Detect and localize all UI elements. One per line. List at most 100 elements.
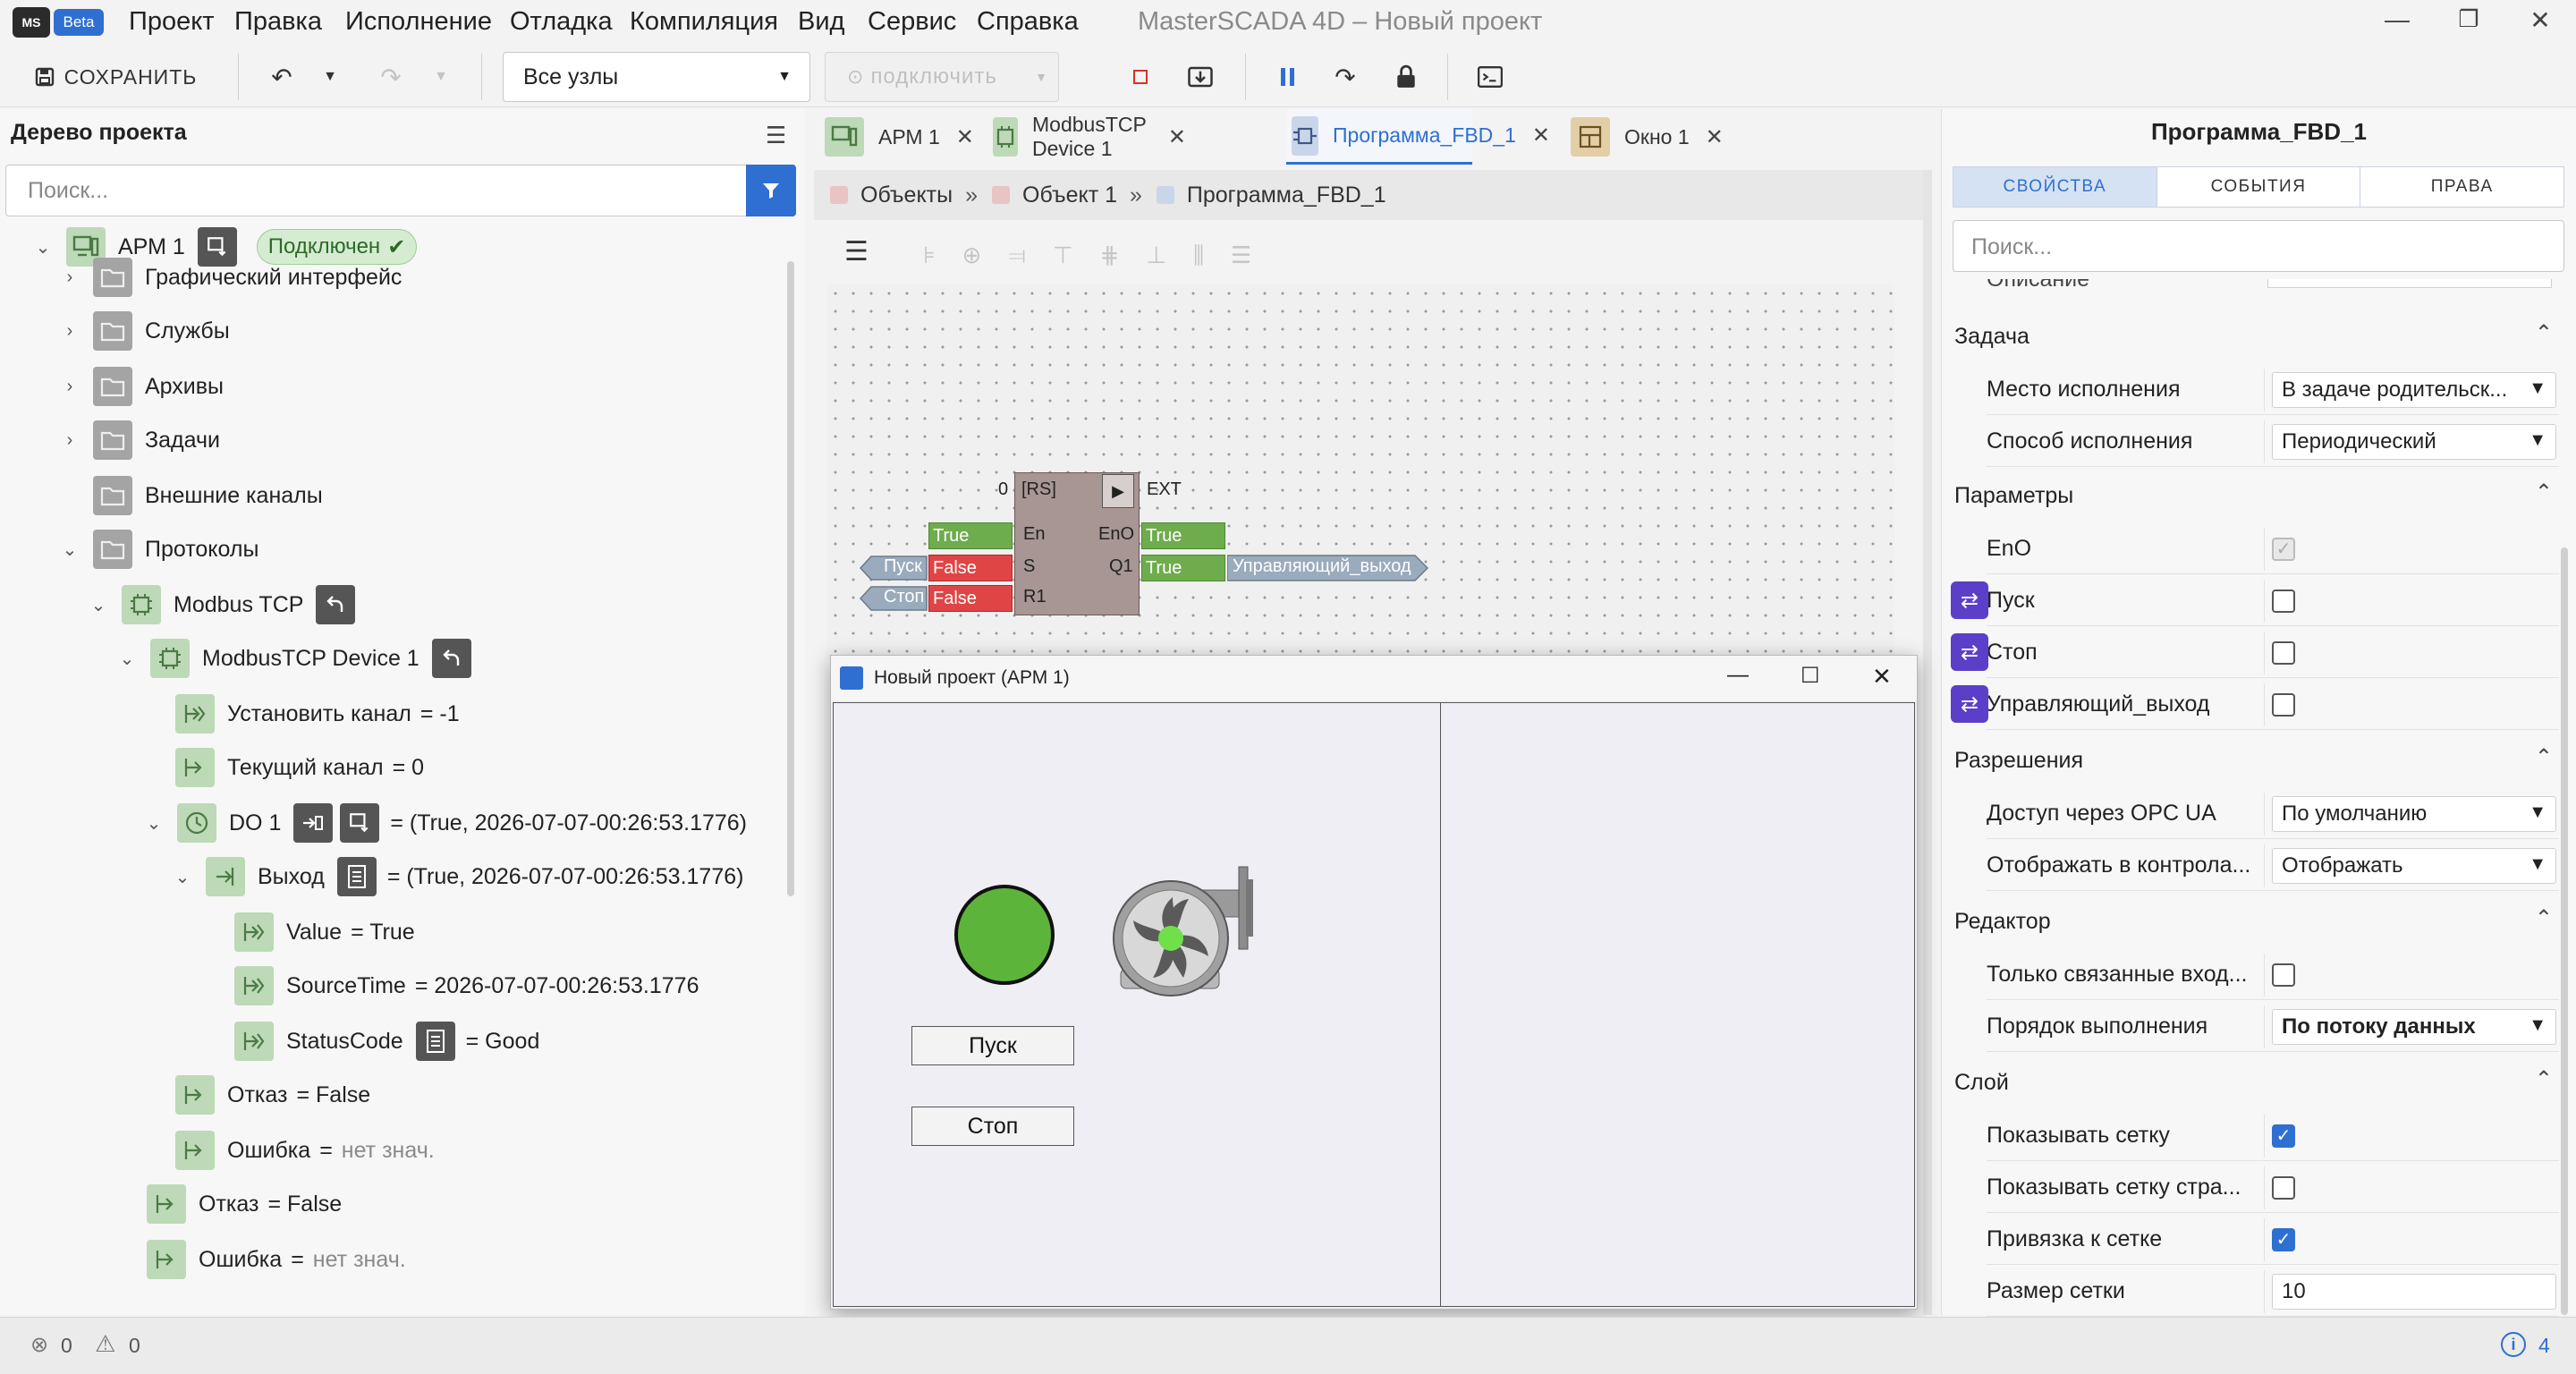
- chevron-up-icon[interactable]: ⌃: [2535, 479, 2553, 505]
- menu-edit[interactable]: Правка: [234, 7, 322, 37]
- warning-icon[interactable]: ⚠: [95, 1330, 115, 1358]
- show-grid-page-checkbox[interactable]: [2272, 1175, 2295, 1200]
- only-linked-checkbox[interactable]: [2272, 963, 2295, 987]
- chevron-down-icon[interactable]: ⌄: [32, 236, 54, 259]
- align-bottom-icon[interactable]: ⊥: [1146, 242, 1166, 268]
- tree-item-archives[interactable]: › Архивы: [59, 361, 224, 411]
- tree-item-set-channel[interactable]: Установить канал = -1: [175, 689, 460, 739]
- step-over-icon[interactable]: ↷: [1329, 55, 1361, 98]
- close-icon[interactable]: ✕: [1872, 663, 1892, 691]
- link-arrows-icon[interactable]: ⇄: [1951, 633, 1988, 671]
- tree-item-ext-channels[interactable]: Внешние каналы: [93, 471, 323, 521]
- align-middle-icon[interactable]: ⋕: [1100, 242, 1120, 268]
- tree-item-protocols[interactable]: ⌄ Протоколы: [59, 524, 258, 574]
- close-tab-icon[interactable]: ✕: [1706, 124, 1724, 150]
- tree-search-input[interactable]: Поиск...: [5, 165, 796, 216]
- properties-search-input[interactable]: Поиск...: [1953, 220, 2564, 272]
- distribute-h-icon[interactable]: ⫼: [1193, 242, 1204, 268]
- menu-project[interactable]: Проект: [129, 7, 215, 37]
- chevron-up-icon[interactable]: ⌃: [2535, 905, 2553, 931]
- minimize-icon[interactable]: —: [2379, 5, 2415, 34]
- chevron-right-icon[interactable]: ›: [59, 321, 80, 342]
- chevron-right-icon[interactable]: ›: [59, 377, 80, 397]
- tree-item-output[interactable]: ⌄ Выход = (True, 2026-07-07-00:26:53.177…: [172, 852, 743, 902]
- tree-item-status-code[interactable]: StatusCode = Good: [234, 1016, 539, 1066]
- menu-view[interactable]: Вид: [798, 7, 844, 37]
- section-params[interactable]: Параметры: [1954, 483, 2073, 509]
- tree-item-modbus-tcp[interactable]: ⌄ Modbus TCP: [88, 580, 368, 630]
- stop-checkbox[interactable]: [2272, 640, 2295, 665]
- redo-dropdown-icon[interactable]: ▼: [429, 55, 453, 98]
- tree-item-services[interactable]: › Службы: [59, 306, 230, 356]
- runtime-titlebar[interactable]: Новый проект (АРМ 1) — ☐ ✕: [831, 656, 1917, 700]
- close-tab-icon[interactable]: ✕: [1532, 123, 1550, 148]
- tree-item-source-time[interactable]: SourceTime = 2026-07-07-00:26:53.1776: [234, 961, 699, 1011]
- chevron-down-icon[interactable]: ⌄: [116, 648, 138, 670]
- properties-scrollbar[interactable]: [2561, 547, 2568, 1315]
- breadcrumb-objects[interactable]: Объекты: [860, 182, 953, 208]
- menu-service[interactable]: Сервис: [868, 7, 956, 37]
- breadcrumb-object[interactable]: Объект 1: [1022, 182, 1117, 208]
- distribute-v-icon[interactable]: ☰: [1231, 242, 1251, 268]
- tree-item-fail-outer[interactable]: Отказ = False: [147, 1179, 342, 1229]
- play-icon[interactable]: ▶: [1102, 474, 1134, 508]
- menu-help[interactable]: Справка: [977, 7, 1079, 37]
- redo-icon[interactable]: ↷: [376, 55, 406, 98]
- tree-item-error-outer[interactable]: Ошибка = нет знач.: [147, 1234, 406, 1285]
- show-in-ctrl-select[interactable]: Отображать ▼: [2272, 847, 2556, 884]
- tab-window[interactable]: Окно 1 ✕: [1571, 109, 1732, 165]
- maximize-icon[interactable]: ☐: [1801, 663, 1820, 689]
- exec-mode-select[interactable]: Периодический ▼: [2272, 423, 2556, 460]
- close-window-icon[interactable]: ✕: [2522, 5, 2558, 35]
- hamburger-menu-icon[interactable]: ☰: [844, 236, 869, 267]
- close-tab-icon[interactable]: ✕: [956, 124, 974, 150]
- align-center-icon[interactable]: ⊕: [962, 242, 982, 268]
- info-icon[interactable]: i: [2501, 1332, 2526, 1357]
- pause-icon[interactable]: [1274, 55, 1301, 98]
- chevron-down-icon[interactable]: ⌄: [88, 594, 109, 616]
- section-perms[interactable]: Разрешения: [1954, 748, 2083, 774]
- tree-item-tasks[interactable]: › Задачи: [59, 415, 220, 465]
- tree-item-error-inner[interactable]: Ошибка = нет знач.: [175, 1125, 435, 1175]
- tab-arm[interactable]: АРМ 1 ✕: [825, 109, 989, 165]
- chevron-right-icon[interactable]: ›: [59, 267, 80, 288]
- grid-size-input[interactable]: 10: [2272, 1273, 2556, 1310]
- tab-fbd[interactable]: Программа_FBD_1 ✕: [1286, 109, 1550, 165]
- chevron-up-icon[interactable]: ⌃: [2535, 320, 2553, 346]
- tree-item-value[interactable]: Value = True: [234, 907, 415, 957]
- tag-start[interactable]: Пуск: [884, 556, 922, 577]
- show-grid-checkbox[interactable]: ✓: [2272, 1124, 2295, 1148]
- tag-stop[interactable]: Стоп: [884, 587, 924, 607]
- exec-order-select[interactable]: По потоку данных ▼: [2272, 1008, 2556, 1045]
- filter-icon[interactable]: [746, 165, 796, 216]
- undo-icon[interactable]: ↶: [267, 55, 297, 98]
- align-top-icon[interactable]: ⊤: [1053, 242, 1073, 268]
- stop-button[interactable]: Стоп: [911, 1107, 1074, 1146]
- menu-debug[interactable]: Отладка: [510, 7, 613, 37]
- undo-dropdown-icon[interactable]: ▼: [318, 55, 342, 98]
- tab-events[interactable]: СОБЫТИЯ: [2157, 167, 2361, 207]
- section-layer[interactable]: Слой: [1954, 1070, 2009, 1096]
- lock-icon[interactable]: [1390, 55, 1422, 98]
- runtime-window[interactable]: Новый проект (АРМ 1) — ☐ ✕ Пуск Стоп: [830, 655, 1918, 1310]
- connect-button[interactable]: ⊙ подключить ▼: [825, 52, 1059, 102]
- console-icon[interactable]: [1474, 55, 1506, 98]
- exec-place-select[interactable]: В задаче родительск... ▼: [2272, 371, 2556, 408]
- start-button[interactable]: Пуск: [911, 1026, 1074, 1065]
- chevron-up-icon[interactable]: ⌃: [2535, 744, 2553, 770]
- opc-access-select[interactable]: По умолчанию ▼: [2272, 795, 2556, 832]
- menu-run[interactable]: Исполнение: [345, 7, 492, 37]
- section-editor[interactable]: Редактор: [1954, 909, 2051, 935]
- ctrl-out-checkbox[interactable]: [2272, 692, 2295, 717]
- tab-device[interactable]: ModbusTCP Device 1 ✕: [993, 109, 1186, 165]
- nodes-select[interactable]: Все узлы ▼: [503, 52, 810, 102]
- section-task[interactable]: Задача: [1954, 324, 2029, 350]
- stop-icon[interactable]: [1127, 55, 1154, 98]
- breadcrumb-program[interactable]: Программа_FBD_1: [1187, 182, 1386, 208]
- chevron-down-icon[interactable]: ⌄: [143, 812, 165, 835]
- tree-item-device[interactable]: ⌄ ModbusTCP Device 1: [116, 633, 484, 683]
- link-arrows-icon[interactable]: ⇄: [1951, 581, 1988, 619]
- snap-grid-checkbox[interactable]: ✓: [2272, 1227, 2295, 1251]
- link-arrows-icon[interactable]: ⇄: [1951, 685, 1988, 723]
- tree-scrollbar[interactable]: [787, 261, 794, 896]
